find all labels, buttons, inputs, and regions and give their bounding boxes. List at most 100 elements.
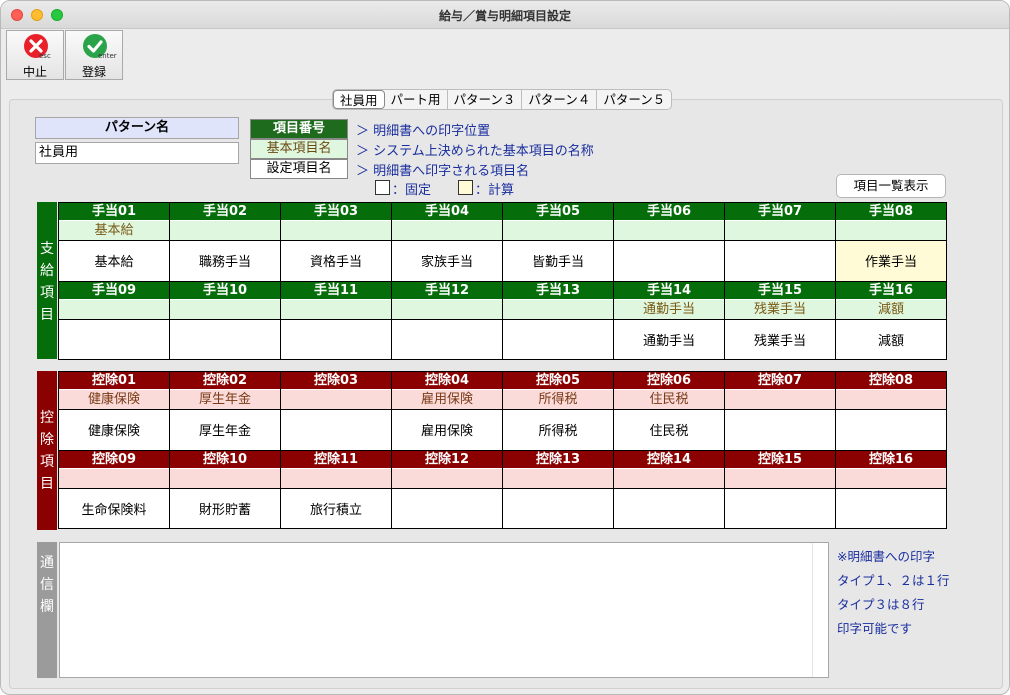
pay-item-number: 手当10 <box>170 281 280 300</box>
pay-item-number: 手当14 <box>614 281 724 300</box>
memo-textarea[interactable] <box>59 542 829 678</box>
deduction-item-name-field[interactable] <box>836 409 946 450</box>
deduction-item-number: 控除03 <box>281 372 391 390</box>
cancel-button[interactable]: esc 中止 <box>6 30 64 80</box>
tab-part-time[interactable]: パート用 <box>385 90 448 109</box>
deduction-item-name-field[interactable] <box>503 487 613 529</box>
deduction-item-name-field[interactable]: 厚生年金 <box>170 409 280 450</box>
pay-item-name-field[interactable] <box>392 318 502 360</box>
ded-label-char: 目 <box>40 476 54 492</box>
legend-desc-1: ＞ 明細書への印字位置 <box>356 124 491 139</box>
deduction-item-number: 控除06 <box>614 372 724 390</box>
pay-item-number: 手当06 <box>614 203 724 221</box>
pay-item-number: 手当13 <box>503 281 613 300</box>
pay-item-cell: 手当15 残業手当 残業手当 <box>725 281 835 360</box>
window: 給与／賞与明細項目設定 esc 中止 enter 登録 社員用 パート用 パター… <box>0 0 1010 695</box>
pay-item-name-field[interactable]: 職務手当 <box>170 240 280 281</box>
deduction-base-item-name <box>725 468 835 488</box>
deduction-base-item-name <box>836 468 946 488</box>
tab-pattern-5[interactable]: パターン５ <box>597 90 671 109</box>
memo-label-char: 通 <box>40 555 54 571</box>
pattern-name-header: パターン名 <box>35 117 239 139</box>
deduction-item-name-field[interactable] <box>614 487 724 529</box>
deduction-item-number: 控除08 <box>836 372 946 390</box>
pay-base-item-name <box>170 221 280 240</box>
deduction-item-number: 控除01 <box>59 372 169 390</box>
deduction-item-cell: 控除05 所得税 所得税 <box>503 372 613 450</box>
pay-label-char: 項 <box>40 285 54 301</box>
calc-key-label: ：計算 <box>475 183 515 198</box>
pay-item-name-field[interactable]: 作業手当 <box>836 240 946 281</box>
deduction-item-name-field[interactable]: 生命保険料 <box>59 487 169 529</box>
save-shortcut: enter <box>98 52 117 60</box>
deduction-base-item-name: 健康保険 <box>59 390 169 409</box>
pay-item-name-field[interactable] <box>281 318 391 360</box>
pay-item-number: 手当02 <box>170 203 280 221</box>
deduction-item-name-field[interactable]: 旅行積立 <box>281 487 391 529</box>
pay-item-name-field[interactable] <box>503 318 613 360</box>
deduction-base-item-name <box>392 468 502 488</box>
deduction-item-name-field[interactable]: 雇用保険 <box>392 409 502 450</box>
pay-item-cell: 手当03 資格手当 <box>281 203 391 281</box>
deduction-item-name-field[interactable] <box>392 487 502 529</box>
pay-base-item-name: 基本給 <box>59 221 169 240</box>
legend-set-name: 設定項目名 <box>250 159 348 179</box>
memo-scrollbar[interactable] <box>812 543 828 677</box>
deduction-base-item-name <box>725 390 835 409</box>
pay-item-name-field[interactable]: 減額 <box>836 318 946 360</box>
deduction-item-name-field[interactable]: 健康保険 <box>59 409 169 450</box>
deduction-base-item-name <box>836 390 946 409</box>
pay-item-name-field[interactable]: 基本給 <box>59 240 169 281</box>
pay-item-name-field[interactable]: 家族手当 <box>392 240 502 281</box>
legend-base-name: 基本項目名 <box>250 139 348 159</box>
tab-pattern-4[interactable]: パターン４ <box>522 90 598 109</box>
deduction-item-name-field[interactable]: 住民税 <box>614 409 724 450</box>
item-list-button[interactable]: 項目一覧表示 <box>836 174 946 198</box>
pay-item-name-field[interactable] <box>725 240 835 281</box>
deduction-item-cell: 控除10 財形貯蓄 <box>170 450 280 529</box>
pay-base-item-name: 減額 <box>836 299 946 319</box>
deduction-item-cell: 控除06 住民税 住民税 <box>614 372 724 450</box>
pattern-name-field[interactable]: 社員用 <box>35 142 239 164</box>
pay-item-number: 手当05 <box>503 203 613 221</box>
pay-base-item-name <box>392 221 502 240</box>
deduction-item-name-field[interactable] <box>281 409 391 450</box>
pay-item-number: 手当16 <box>836 281 946 300</box>
deduction-item-number: 控除13 <box>503 450 613 469</box>
pay-item-name-field[interactable] <box>614 240 724 281</box>
pay-item-name-field[interactable] <box>59 318 169 360</box>
pay-item-number: 手当08 <box>836 203 946 221</box>
pay-base-item-name <box>725 221 835 240</box>
deduction-item-cell: 控除04 雇用保険 雇用保険 <box>392 372 502 450</box>
save-button[interactable]: enter 登録 <box>65 30 123 80</box>
deduction-item-number: 控除10 <box>170 450 280 469</box>
deduction-base-item-name <box>59 468 169 488</box>
deduction-base-item-name <box>281 468 391 488</box>
deduction-item-name-field[interactable] <box>725 487 835 529</box>
pay-item-number: 手当04 <box>392 203 502 221</box>
memo-section-label: 通 信 欄 <box>37 542 57 678</box>
pay-item-cell: 手当14 通勤手当 通勤手当 <box>614 281 724 360</box>
tab-employee[interactable]: 社員用 <box>333 90 385 109</box>
memo-label-char: 欄 <box>40 599 54 615</box>
pay-item-name-field[interactable]: 皆勤手当 <box>503 240 613 281</box>
pay-item-name-field[interactable]: 残業手当 <box>725 318 835 360</box>
deduction-item-name-field[interactable] <box>836 487 946 529</box>
deduction-item-name-field[interactable] <box>725 409 835 450</box>
pay-label-char: 目 <box>40 307 54 323</box>
pay-item-cell: 手当12 <box>392 281 502 360</box>
pay-item-cell: 手当08 作業手当 <box>836 203 946 281</box>
cancel-shortcut: esc <box>39 52 51 60</box>
pay-item-name-field[interactable]: 通勤手当 <box>614 318 724 360</box>
pay-item-name-field[interactable]: 資格手当 <box>281 240 391 281</box>
deduction-item-name-field[interactable]: 財形貯蓄 <box>170 487 280 529</box>
pay-item-number: 手当09 <box>59 281 169 300</box>
pay-base-item-name: 通勤手当 <box>614 299 724 319</box>
pay-item-name-field[interactable] <box>170 318 280 360</box>
tab-pattern-3[interactable]: パターン３ <box>448 90 523 109</box>
deduction-item-name-field[interactable]: 所得税 <box>503 409 613 450</box>
pay-base-item-name <box>281 299 391 319</box>
deduction-item-cell: 控除01 健康保険 健康保険 <box>59 372 169 450</box>
deduction-item-number: 控除15 <box>725 450 835 469</box>
pay-base-item-name <box>392 299 502 319</box>
